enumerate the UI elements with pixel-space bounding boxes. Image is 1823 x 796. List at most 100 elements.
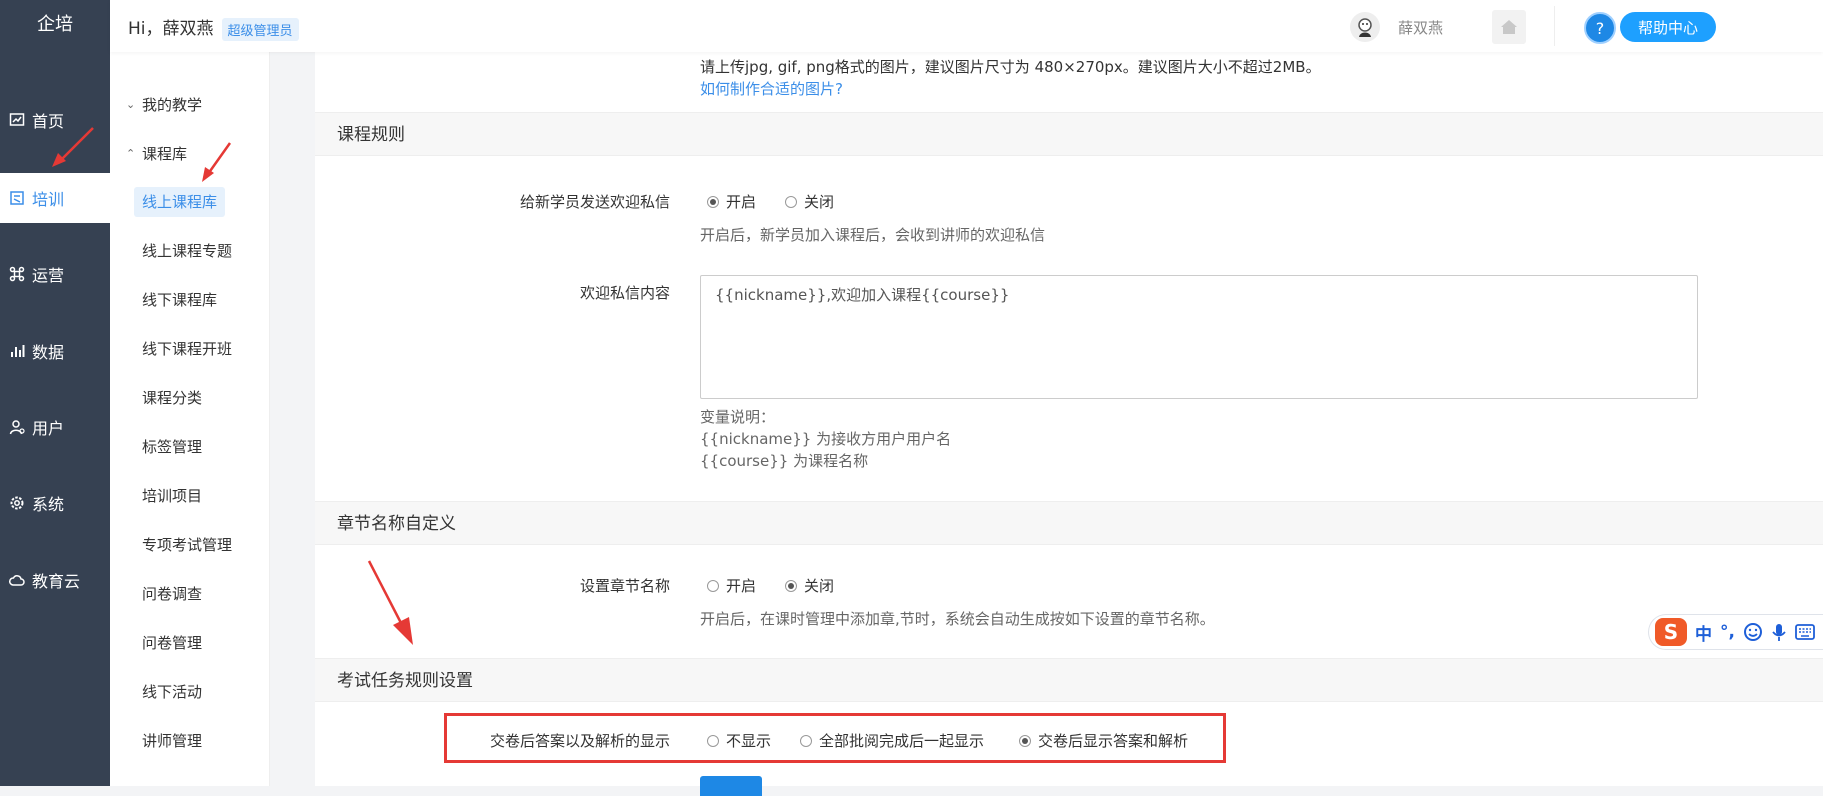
secondary-sidebar: ⌄ 我的教学 ⌃ 课程库 线上课程库 线上课程专题 线下课程库 线下课程开班 课… [110, 0, 270, 786]
subnav-course-category[interactable]: 课程分类 [134, 383, 210, 413]
answer-display-label: 交卷后答案以及解析的显示 [489, 732, 670, 750]
ime-punct-toggle[interactable]: °, [1720, 622, 1735, 642]
command-icon [8, 265, 26, 283]
upload-hint: 请上传jpg, gif, png格式的图片，建议图片尺寸为 480×270px。… [700, 58, 1321, 76]
message-content-label: 欢迎私信内容 [579, 284, 670, 302]
top-header: Hi，薛双燕 超级管理员 薛双燕 ? 帮助中心 [110, 0, 1823, 52]
header-divider [1554, 6, 1555, 46]
radio-dot [785, 195, 797, 208]
subnav-training-project[interactable]: 培训项目 [134, 481, 210, 511]
radio-dot [707, 579, 719, 592]
welcome-on-radio[interactable]: 开启 [707, 191, 756, 212]
home-icon [1501, 20, 1517, 34]
avatar-icon [1358, 18, 1372, 37]
subnav-exam-management[interactable]: 专项考试管理 [134, 530, 240, 560]
nav-user[interactable]: 用户 [0, 402, 110, 452]
subnav-offline-course-library[interactable]: 线下课程库 [134, 285, 225, 315]
username[interactable]: 薛双燕 [1398, 17, 1443, 38]
chevron-up-icon: ⌃ [126, 147, 136, 160]
nav-system-label: 系统 [32, 495, 65, 514]
group-my-teaching-label: 我的教学 [142, 96, 203, 114]
greeting: Hi，薛双燕 超级管理员 [128, 14, 299, 41]
section-exam-rules: 考试任务规则设置 [315, 658, 1823, 702]
group-my-teaching[interactable]: ⌄ 我的教学 [126, 94, 202, 115]
chapter-hint: 开启后，在课时管理中添加章,节时，系统会自动生成按如下设置的章节名称。 [700, 610, 1215, 628]
nav-edu-cloud[interactable]: 教育云 [0, 555, 110, 605]
role-badge: 超级管理员 [221, 17, 299, 41]
welcome-hint: 开启后，新学员加入课程后，会收到讲师的欢迎私信 [700, 226, 1046, 244]
emoji-icon[interactable] [1743, 622, 1763, 642]
nav-system[interactable]: 系统 [0, 478, 110, 528]
help-center-button[interactable]: 帮助中心 [1620, 12, 1716, 42]
chapter-off-label: 关闭 [804, 577, 835, 595]
subnav-offline-class[interactable]: 线下课程开班 [134, 334, 240, 364]
nav-operation-label: 运营 [32, 266, 65, 285]
chapter-on-label: 开启 [726, 577, 757, 595]
exam-after-review-label: 全部批阅完成后一起显示 [819, 732, 985, 750]
book-icon [8, 189, 26, 207]
welcome-message-textarea[interactable]: {{nickname}},欢迎加入课程{{course}} [700, 275, 1698, 399]
bar-chart-icon [8, 342, 26, 360]
brand-logo: 企培 [37, 14, 73, 35]
upload-help-link[interactable]: 如何制作合适的图片? [700, 78, 843, 99]
variable-title: 变量说明： [700, 408, 776, 426]
welcome-off-label: 关闭 [804, 193, 835, 211]
nav-user-label: 用户 [32, 419, 65, 438]
subnav-questionnaire[interactable]: 问卷管理 [134, 628, 210, 658]
radio-dot [707, 734, 719, 747]
main-sidebar: 企培 首页 培训 运营 数据 用户 系统 教育云 [0, 0, 110, 786]
annotation-arrow-icon [52, 127, 94, 167]
subnav-tag-management[interactable]: 标签管理 [134, 432, 210, 462]
ime-lang-toggle[interactable]: 中 [1695, 620, 1712, 645]
subnav-survey[interactable]: 问卷调查 [134, 579, 210, 609]
help-icon[interactable]: ? [1584, 12, 1616, 44]
gear-icon [8, 494, 26, 512]
annotation-arrow-icon [202, 142, 232, 182]
chevron-down-icon: ⌄ [126, 98, 136, 111]
variable-course: {{course}} 为课程名称 [700, 452, 869, 470]
subnav-offline-activity[interactable]: 线下活动 [134, 677, 210, 707]
chapter-on-radio[interactable]: 开启 [707, 575, 756, 596]
cloud-icon [8, 571, 26, 589]
subnav-online-course-library[interactable]: 线上课程库 [134, 187, 226, 217]
welcome-on-label: 开启 [726, 193, 757, 211]
exam-after-submit-label: 交卷后显示答案和解析 [1038, 732, 1189, 750]
nav-edu-cloud-label: 教育云 [32, 572, 81, 591]
exam-hide-label: 不显示 [726, 732, 772, 750]
nav-data-label: 数据 [32, 343, 65, 362]
radio-dot [707, 195, 719, 208]
exam-after-review-radio[interactable]: 全部批阅完成后一起显示 [800, 730, 984, 751]
subnav-online-course-topic[interactable]: 线上课程专题 [134, 236, 240, 266]
welcome-off-radio[interactable]: 关闭 [785, 191, 834, 212]
subnav-lecturer[interactable]: 讲师管理 [134, 726, 210, 756]
ime-toolbar[interactable]: S 中 °, [1648, 614, 1823, 650]
course-settings-panel: 请上传jpg, gif, png格式的图片，建议图片尺寸为 480×270px。… [315, 52, 1823, 796]
home-button[interactable] [1492, 10, 1526, 44]
radio-dot [800, 734, 812, 747]
greeting-text: Hi，薛双燕 [128, 19, 214, 39]
variable-nickname: {{nickname}} 为接收方用户用户名 [700, 430, 952, 448]
chapter-off-radio[interactable]: 关闭 [785, 575, 834, 596]
group-course-library[interactable]: ⌃ 课程库 [126, 143, 187, 164]
nav-training-label: 培训 [32, 190, 65, 209]
section-course-rules: 课程规则 [315, 112, 1823, 156]
exam-after-submit-radio[interactable]: 交卷后显示答案和解析 [1019, 730, 1188, 751]
sogou-logo: S [1655, 618, 1687, 646]
nav-operation[interactable]: 运营 [0, 249, 110, 299]
nav-data[interactable]: 数据 [0, 326, 110, 376]
group-course-library-label: 课程库 [142, 145, 188, 163]
microphone-icon[interactable] [1771, 622, 1787, 642]
keyboard-icon[interactable] [1795, 624, 1815, 640]
radio-dot [1019, 734, 1031, 747]
chart-icon [8, 111, 26, 129]
radio-dot [785, 579, 797, 592]
user-gear-icon [8, 418, 26, 436]
annotation-arrow-icon [367, 560, 413, 645]
avatar[interactable] [1350, 12, 1380, 42]
save-button[interactable] [700, 776, 762, 796]
nav-training[interactable]: 培训 [0, 173, 110, 223]
welcome-message-label: 给新学员发送欢迎私信 [519, 193, 670, 211]
chapter-name-label: 设置章节名称 [579, 577, 670, 595]
exam-hide-radio[interactable]: 不显示 [707, 730, 771, 751]
section-chapter-name: 章节名称自定义 [315, 501, 1823, 545]
